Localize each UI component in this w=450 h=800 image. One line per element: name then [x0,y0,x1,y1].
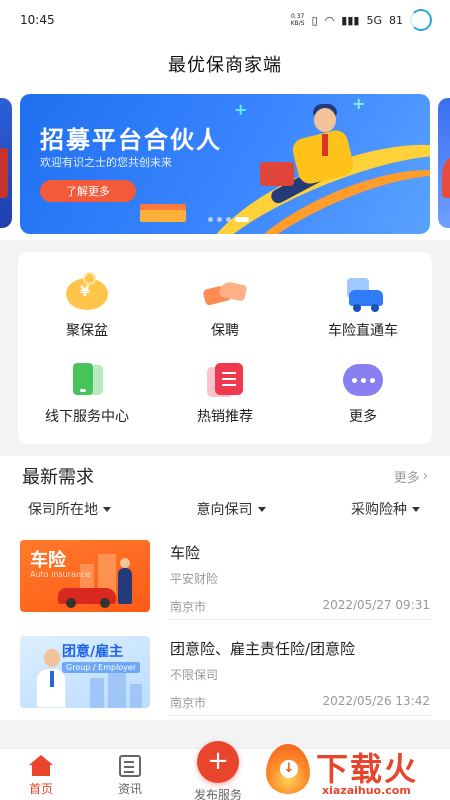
learn-more-button[interactable]: 了解更多 [40,180,136,202]
nav-home[interactable]: 首页 [28,755,54,797]
carousel-dot [226,217,231,222]
banner-subtitle: 欢迎有识之士的您共创未来 [40,156,172,169]
sparkle-icon: + [234,100,248,119]
demand-company: 平安财险 [170,572,219,586]
grid-label: 聚保盆 [66,323,108,339]
signal-5g-icon: 5G [366,13,382,27]
grid-item-baopin[interactable]: 保聘 [156,262,294,348]
demand-city: 南京市 [170,696,207,710]
phone-icon [65,362,109,398]
app-title: 最优保商家端 [168,55,282,76]
demand-title: 车险 [170,544,201,562]
person-illustration [322,134,328,156]
carousel-dot [217,217,222,222]
sparkle-icon: + [352,94,366,113]
briefcase-icon [260,162,294,186]
vibrate-icon: ▯ [311,13,318,27]
filter-type-dropdown[interactable]: 采购险种 [351,499,420,519]
chevron-right-icon: › [422,468,428,484]
grid-item-jubaopen[interactable]: 聚保盆 [18,262,156,348]
wifi-icon: ◠ [324,13,335,27]
nav-news[interactable]: 资讯 [118,755,142,797]
nav-publish-service[interactable]: + 发布服务 [194,741,242,800]
demand-title: 团意险、雇主责任险/团意险 [170,640,356,658]
filter-bar: 保司所在地 意向保司 采购险种 [0,496,450,522]
grid-label: 保聘 [211,323,239,339]
filter-location-dropdown[interactable]: 保司所在地 [28,499,111,519]
banner-next-slide[interactable] [438,98,450,228]
grid-item-car-insurance[interactable]: 车险直通车 [294,262,432,348]
list-item[interactable]: 团意/雇主 Group / Employer 团意险、雇主责任险/团意险 不限保… [0,630,450,722]
grid-item-more[interactable]: 更多 [294,348,432,434]
list-item[interactable]: 车险 Auto insurance 车险 平安财险 南京市 2022/05/27… [0,534,450,626]
carousel-dot-active [235,217,249,222]
car-insurance-icon [341,276,385,312]
news-icon [119,755,141,777]
caret-down-icon [103,506,111,512]
home-icon [28,755,54,777]
group-insurance-thumbnail: 团意/雇主 Group / Employer [20,636,150,708]
grid-label: 线下服务中心 [45,409,129,425]
person-illustration [314,108,336,132]
more-link[interactable]: 更多 › [394,467,428,486]
carousel-indicator [208,217,249,222]
demand-date: 2022/05/27 09:31 [322,598,430,612]
divider [168,715,430,716]
flame-download-icon [266,744,310,794]
status-icons: 0.37 KB/S ▯ ◠ ▮▮▮ 5G 81 [291,9,432,31]
battery-level: 81 [389,13,403,27]
grid-item-hot-recommend[interactable]: 热销推荐 [156,348,294,434]
handshake-icon [202,276,248,312]
demand-date: 2022/05/26 13:42 [322,694,430,708]
status-bar: 10:45 0.37 KB/S ▯ ◠ ▮▮▮ 5G 81 [0,0,450,40]
piggy-bank-icon [65,272,109,312]
banner-slide[interactable]: + + 招募平台合伙人 欢迎有识之士的您共创未来 了解更多 [20,94,430,234]
banner-carousel[interactable]: + + 招募平台合伙人 欢迎有识之士的您共创未来 了解更多 [0,88,450,240]
status-time: 10:45 [20,13,55,27]
latest-demand-section: 最新需求 更多 › 保司所在地 意向保司 采购险种 车险 Auto insura… [0,456,450,720]
caret-down-icon [257,506,266,512]
list-icon [203,362,247,398]
feature-grid: 聚保盆 保聘 车险直通车 线下服务中心 热销推荐 更多 [18,252,432,444]
carousel-dot [208,217,213,222]
filter-company-dropdown[interactable]: 意向保司 [197,499,266,519]
section-title: 最新需求 [22,467,94,488]
banner-headline: 招募平台合伙人 [40,126,222,154]
car-insurance-thumbnail: 车险 Auto insurance [20,540,150,612]
watermark-url: xiazaihuo.com [322,784,411,797]
more-icon [341,362,385,398]
books-icon [140,210,186,222]
demand-city: 南京市 [170,600,207,614]
divider [168,619,430,620]
grid-label: 车险直通车 [328,323,398,339]
section-header: 最新需求 更多 › [0,456,450,496]
person-illustration [118,558,132,604]
caret-down-icon [412,506,420,512]
plus-icon: + [197,741,239,783]
signal-icon: ▮▮▮ [341,13,360,27]
watermark-logo: 下载火 xiazaihuo.com [262,742,448,800]
grid-item-offline-center[interactable]: 线下服务中心 [18,348,156,434]
net-speed: 0.37 KB/S [290,13,305,27]
grid-label: 更多 [349,409,377,425]
grid-label: 热销推荐 [197,409,253,425]
page-title: 最优保商家端 [0,40,450,88]
person-illustration [36,649,66,708]
battery-icon [410,9,432,31]
banner-prev-slide[interactable] [0,98,12,228]
demand-company: 不限保司 [170,668,219,682]
